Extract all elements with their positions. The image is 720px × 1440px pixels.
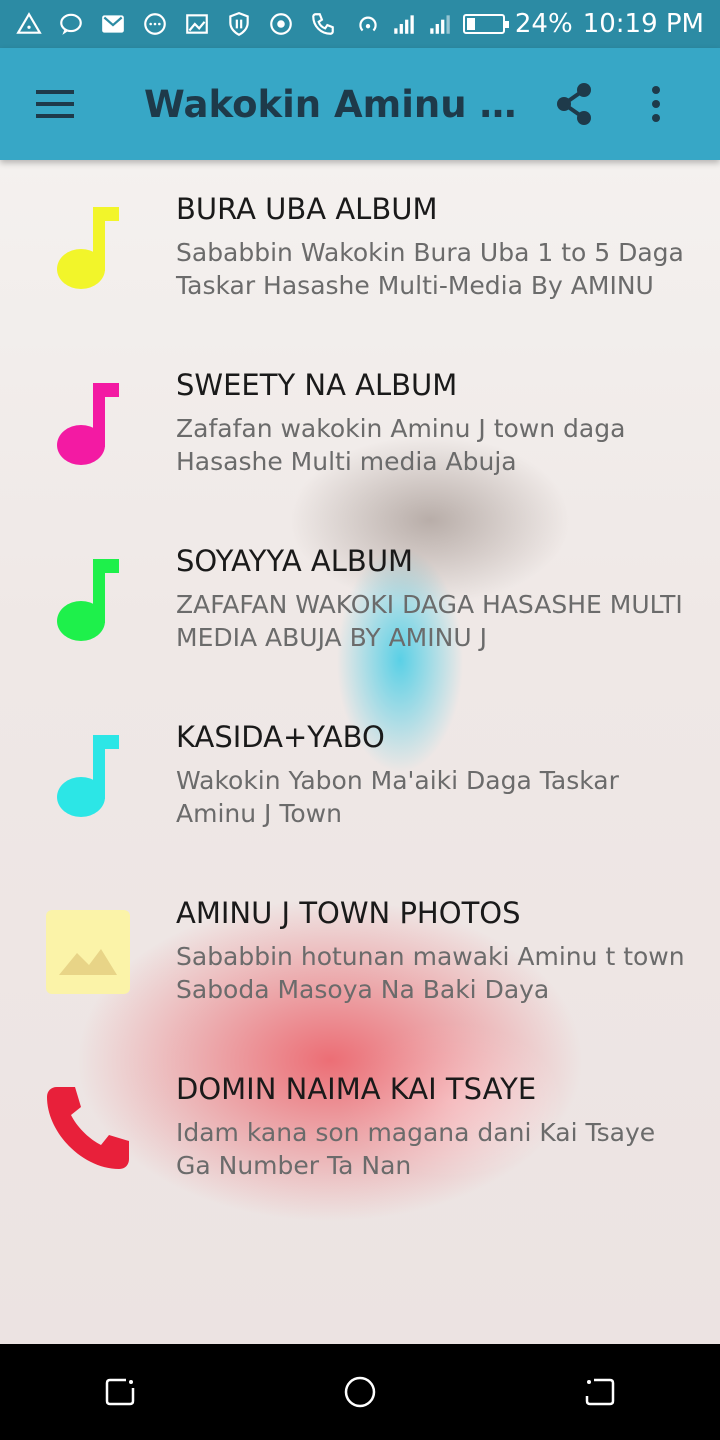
image-notification-icon xyxy=(186,14,208,34)
menu-button[interactable] xyxy=(0,48,112,160)
system-nav-bar xyxy=(0,1344,720,1440)
hamburger-menu-icon xyxy=(36,90,74,118)
system-status: 24% 10:19 PM xyxy=(355,9,704,39)
chat-icon xyxy=(60,13,82,35)
list-item-kasida-yabo[interactable]: KASIDA+YABO Wakokin Yabon Ma'aiki Daga T… xyxy=(0,688,720,864)
item-title: KASIDA+YABO xyxy=(176,720,385,754)
menu-list: BURA UBA ALBUM Sababbin Wakokin Bura Uba… xyxy=(0,160,720,1216)
item-subtitle: Wakokin Yabon Ma'aiki Daga Taskar Aminu … xyxy=(176,766,619,828)
recents-button[interactable] xyxy=(60,1344,180,1440)
item-title: DOMIN NAIMA KAI TSAYE xyxy=(176,1072,537,1106)
content-area: BURA UBA ALBUM Sababbin Wakokin Bura Uba… xyxy=(0,160,720,1344)
item-subtitle: Sababbin Wakokin Bura Uba 1 to 5 Daga Ta… xyxy=(176,238,684,300)
warning-triangle-icon xyxy=(16,12,42,34)
record-icon xyxy=(270,13,292,35)
signal-icon xyxy=(430,15,450,34)
battery-level xyxy=(466,18,476,30)
share-button[interactable] xyxy=(534,48,614,160)
list-item-photos[interactable]: AMINU J TOWN PHOTOS Sababbin hotunan maw… xyxy=(0,864,720,1040)
more-options-button[interactable] xyxy=(614,48,698,160)
home-icon xyxy=(344,1376,376,1408)
share-icon xyxy=(557,83,591,125)
item-subtitle: Idam kana son magana dani Kai Tsaye Ga N… xyxy=(176,1118,656,1180)
item-title: AMINU J TOWN PHOTOS xyxy=(176,896,521,930)
music-note-icon xyxy=(44,204,132,292)
music-note-icon xyxy=(44,732,132,820)
item-subtitle: ZAFAFAN WAKOKI DAGA HASASHE MULTI MEDIA … xyxy=(176,590,683,652)
more-vertical-icon xyxy=(652,86,660,122)
image-icon xyxy=(44,908,132,996)
list-item-contact[interactable]: DOMIN NAIMA KAI TSAYE Idam kana son maga… xyxy=(0,1040,720,1216)
gmail-icon xyxy=(102,15,124,33)
phone-icon xyxy=(44,1084,132,1172)
back-button[interactable] xyxy=(540,1344,660,1440)
item-subtitle: Sababbin hotunan mawaki Aminu t town Sab… xyxy=(176,942,685,1004)
messages-icon xyxy=(144,13,166,35)
item-subtitle: Zafafan wakokin Aminu J town daga Hasash… xyxy=(176,414,626,476)
app-title: Wakokin Aminu J T... xyxy=(144,82,522,126)
item-title: BURA UBA ALBUM xyxy=(176,192,438,226)
list-item-soyayya-album[interactable]: SOYAYYA ALBUM ZAFAFAN WAKOKI DAGA HASASH… xyxy=(0,512,720,688)
signal-icon xyxy=(394,15,414,34)
music-note-icon xyxy=(44,380,132,468)
status-bar: 24% 10:19 PM xyxy=(0,0,720,48)
recents-icon xyxy=(105,1378,135,1406)
item-title: SWEETY NA ALBUM xyxy=(176,368,458,402)
app-bar: Wakokin Aminu J T... xyxy=(0,48,720,160)
battery-icon xyxy=(462,14,509,34)
shield-icon xyxy=(229,12,249,37)
item-title: SOYAYYA ALBUM xyxy=(176,544,414,578)
battery-percent: 24% xyxy=(514,9,573,39)
list-item-bura-uba-album[interactable]: BURA UBA ALBUM Sababbin Wakokin Bura Uba… xyxy=(0,160,720,336)
hotspot-icon xyxy=(359,16,377,32)
clock: 10:19 PM xyxy=(582,9,704,39)
back-icon xyxy=(585,1378,615,1406)
notification-icons xyxy=(16,11,336,37)
home-button[interactable] xyxy=(300,1344,420,1440)
call-icon xyxy=(312,13,334,35)
list-item-sweety-na-album[interactable]: SWEETY NA ALBUM Zafafan wakokin Aminu J … xyxy=(0,336,720,512)
music-note-icon xyxy=(44,556,132,644)
